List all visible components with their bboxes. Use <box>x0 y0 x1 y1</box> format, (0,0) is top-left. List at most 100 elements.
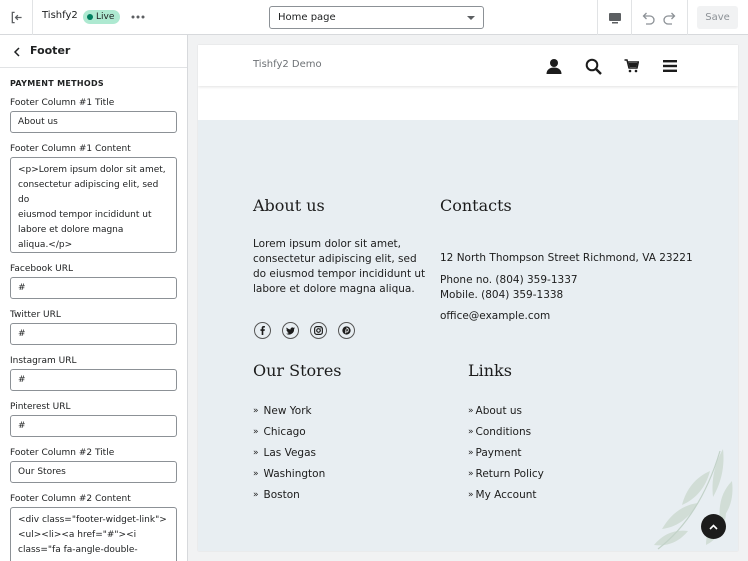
search-button[interactable] <box>583 56 603 76</box>
store-item[interactable]: » Washington <box>253 467 325 488</box>
double-chevron-right-icon: » <box>468 490 474 500</box>
store-item[interactable]: » New York <box>253 404 325 425</box>
store-item-label: Washington <box>263 468 326 480</box>
sidebar-header: Footer <box>0 35 187 68</box>
instagram-url-input[interactable]: # <box>10 369 177 391</box>
footer-stores-title: Our Stores <box>253 361 342 380</box>
col1-content-textarea[interactable]: <p>Lorem ipsum dolor sit amet, consectet… <box>10 157 177 253</box>
status-badge: Live <box>83 10 121 24</box>
double-chevron-right-icon: » <box>468 448 474 458</box>
chevron-up-icon <box>709 523 718 530</box>
link-item[interactable]: » About us <box>468 404 544 425</box>
facebook-link[interactable] <box>254 322 271 339</box>
preview-frame: Tishfy2 Demo About us Lorem ipsum dolor … <box>198 45 738 551</box>
link-item[interactable]: » My Account <box>468 488 544 509</box>
link-item[interactable]: » Payment <box>468 446 544 467</box>
store-item[interactable]: » Las Vegas <box>253 446 325 467</box>
link-item[interactable]: » Return Policy <box>468 467 544 488</box>
double-chevron-right-icon: » <box>468 427 474 437</box>
sidebar-title: Footer <box>30 44 71 57</box>
pinterest-icon <box>342 326 351 335</box>
col1-content-label: Footer Column #1 Content <box>10 144 131 154</box>
search-icon <box>585 58 602 75</box>
desktop-icon <box>608 12 621 23</box>
store-item-label: Chicago <box>263 426 306 438</box>
pinterest-link[interactable] <box>338 322 355 339</box>
footer-phone: Phone no. (804) 359-1337 <box>440 274 578 286</box>
footer-address: 12 North Thompson Street Richmond, VA 23… <box>440 252 693 264</box>
double-chevron-right-icon: » <box>468 406 474 416</box>
status-dot-icon <box>87 14 93 20</box>
exit-button[interactable] <box>0 0 33 35</box>
back-to-top-button[interactable] <box>701 514 726 539</box>
cart-button[interactable] <box>621 56 641 76</box>
status-badge-label: Live <box>96 12 115 22</box>
store-item[interactable]: » Chicago <box>253 425 325 446</box>
twitter-url-label: Twitter URL <box>10 310 61 320</box>
store-item-label: Boston <box>263 489 300 501</box>
cart-icon <box>624 59 639 73</box>
footer-stores-list: » New York » Chicago » Las Vegas » Washingto… <box>253 404 325 509</box>
pinterest-url-label: Pinterest URL <box>10 402 71 412</box>
caret-down-icon <box>467 16 475 20</box>
double-chevron-right-icon: » <box>253 490 259 500</box>
user-icon <box>546 59 562 74</box>
save-button[interactable]: Save <box>697 6 738 29</box>
footer-email[interactable]: office@example.com <box>440 309 550 324</box>
editor-topbar: Tishfy2 Live Home page Save <box>0 0 748 35</box>
page-select[interactable]: Home page <box>269 6 484 29</box>
footer-links-title: Links <box>468 361 512 380</box>
col1-title-input[interactable]: About us <box>10 111 177 133</box>
back-button[interactable] <box>10 45 24 59</box>
double-chevron-right-icon: » <box>253 427 259 437</box>
page-select-value: Home page <box>278 12 336 23</box>
facebook-url-label: Facebook URL <box>10 264 74 274</box>
instagram-url-label: Instagram URL <box>10 356 77 366</box>
link-item[interactable]: » Conditions <box>468 425 544 446</box>
menu-button[interactable] <box>660 56 680 76</box>
chevron-left-icon <box>13 47 20 57</box>
facebook-url-input[interactable]: # <box>10 277 177 299</box>
twitter-url-input[interactable]: # <box>10 323 177 345</box>
site-header: Tishfy2 Demo <box>198 45 738 86</box>
pinterest-url-input[interactable]: # <box>10 415 177 437</box>
footer-links-list: » About us » Conditions » Payment » Return P… <box>468 404 544 509</box>
double-chevron-right-icon: » <box>253 406 259 416</box>
store-item-label: Las Vegas <box>263 447 317 459</box>
topbar-divider <box>687 0 688 35</box>
theme-preview: Tishfy2 Demo About us Lorem ipsum dolor … <box>188 35 748 561</box>
footer-about-text: Lorem ipsum dolor sit amet, consectetur … <box>253 238 426 295</box>
section-heading: PAYMENT METHODS <box>10 79 104 88</box>
link-item-label: My Account <box>475 489 537 501</box>
undo-icon <box>642 12 655 25</box>
settings-sidebar: Footer PAYMENT METHODS Footer Column #1 … <box>0 35 188 561</box>
col2-title-label: Footer Column #2 Title <box>10 448 115 458</box>
store-item-label: New York <box>263 405 312 417</box>
instagram-icon <box>314 326 323 335</box>
footer-contacts-title: Contacts <box>440 196 512 215</box>
store-name: Tishfy2 <box>42 10 78 21</box>
redo-button[interactable] <box>661 9 679 27</box>
site-logo[interactable]: Tishfy2 Demo <box>253 59 322 70</box>
footer-about-title: About us <box>253 196 325 215</box>
facebook-icon <box>260 326 265 335</box>
instagram-link[interactable] <box>310 322 327 339</box>
more-horizontal-icon <box>131 15 145 19</box>
link-item-label: Return Policy <box>475 468 544 480</box>
twitter-icon <box>286 326 295 335</box>
store-item[interactable]: » Boston <box>253 488 325 509</box>
double-chevron-right-icon: » <box>468 469 474 479</box>
redo-icon <box>662 12 675 25</box>
undo-button[interactable] <box>638 9 656 27</box>
more-actions-button[interactable] <box>130 9 146 25</box>
col2-content-label: Footer Column #2 Content <box>10 494 131 504</box>
device-preview-button[interactable] <box>597 0 632 35</box>
double-chevron-right-icon: » <box>253 448 259 458</box>
col2-title-input[interactable]: Our Stores <box>10 461 177 483</box>
account-button[interactable] <box>544 56 564 76</box>
twitter-link[interactable] <box>282 322 299 339</box>
col2-content-textarea[interactable]: <div class="footer-widget-link"> <ul><li… <box>10 507 177 561</box>
link-item-label: Payment <box>475 447 522 459</box>
link-item-label: About us <box>475 405 523 417</box>
site-footer: About us Lorem ipsum dolor sit amet, con… <box>198 120 738 551</box>
